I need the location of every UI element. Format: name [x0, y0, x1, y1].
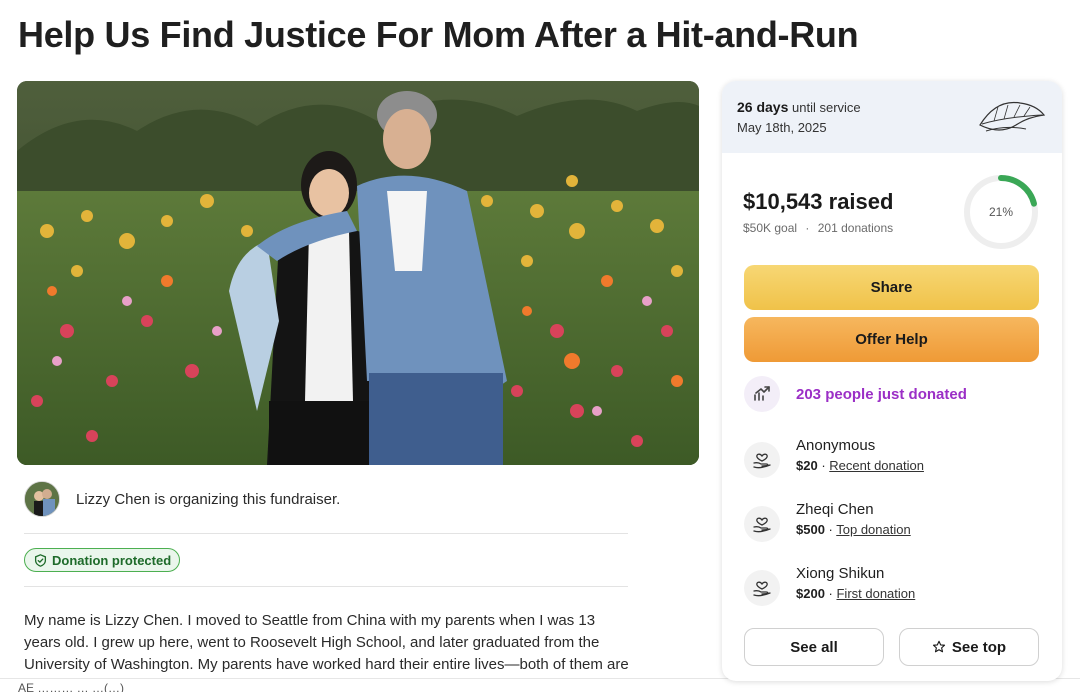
donor-amount: $20 — [796, 458, 818, 473]
organizer-text: Lizzy Chen is organizing this fundraiser… — [76, 490, 341, 508]
separator: · — [824, 522, 837, 537]
story-text: My name is Lizzy Chen. I moved to Seattl… — [24, 612, 629, 673]
separator: · — [817, 458, 830, 473]
donor-name: Anonymous — [796, 437, 876, 454]
page-title: Help Us Find Justice For Mom After a Hit… — [18, 14, 859, 55]
goal-summary: $50K goal · 201 donations — [743, 221, 893, 235]
star-icon — [932, 640, 945, 653]
see-top-label: See top — [951, 638, 1007, 656]
badge-label: Donation protected — [52, 552, 172, 568]
separator: · — [824, 586, 837, 601]
trend-text: 203 people just donated — [796, 385, 967, 403]
shield-check-icon — [34, 553, 47, 567]
donation-count: 201 donations — [817, 221, 894, 235]
donor-item: Xiong Shikun $200 · First donation — [744, 564, 915, 606]
progress-percent: 21% — [988, 205, 1014, 219]
goal-amount: $50K goal — [743, 221, 798, 235]
avatar[interactable] — [24, 481, 60, 517]
service-date: May 18th, 2025 — [737, 120, 827, 135]
avatar-photo — [25, 482, 59, 516]
donation-card: 26 days until service May 18th, 2025 $10… — [722, 81, 1062, 681]
offer-help-button[interactable]: Offer Help — [744, 317, 1039, 362]
see-top-button[interactable]: See top — [899, 628, 1039, 666]
days-count: 26 days — [737, 99, 789, 115]
heart-hand-icon — [744, 442, 780, 478]
donor-item: Zheqi Chen $500 · Top donation — [744, 500, 911, 542]
share-button[interactable]: Share — [744, 265, 1039, 310]
donor-item: Anonymous $20 · Recent donation — [744, 436, 924, 478]
donor-amount: $500 — [796, 522, 825, 537]
trending-up-icon — [744, 376, 780, 412]
donor-tag-link[interactable]: Top donation — [836, 522, 910, 537]
separator: · — [805, 221, 810, 235]
divider — [24, 533, 628, 534]
bottom-bar-text: AE ……… … …(…) — [18, 681, 125, 692]
service-header: 26 days until service May 18th, 2025 — [722, 81, 1062, 153]
donor-name: Zheqi Chen — [796, 501, 874, 518]
recent-donations-trend: 203 people just donated — [744, 376, 967, 412]
campaign-photo[interactable] — [17, 81, 699, 465]
amount-raised: $10,543 raised — [743, 189, 894, 214]
leaf-icon — [979, 101, 1046, 132]
donor-name: Xiong Shikun — [796, 565, 885, 582]
divider — [24, 586, 628, 587]
heart-hand-icon — [744, 570, 780, 606]
see-all-label: See all — [790, 638, 838, 656]
donor-tag-link[interactable]: First donation — [836, 586, 915, 601]
donation-protected-badge[interactable]: Donation protected — [24, 548, 181, 572]
days-until-service: 26 days until service — [737, 99, 861, 115]
heart-hand-icon — [744, 506, 780, 542]
days-suffix: until service — [792, 100, 861, 115]
organizer-row[interactable]: Lizzy Chen is organizing this fundraiser… — [24, 481, 340, 517]
see-all-button[interactable]: See all — [744, 628, 884, 666]
donor-amount: $200 — [796, 586, 825, 601]
donor-tag-link[interactable]: Recent donation — [829, 458, 924, 473]
campaign-photo-graphic — [17, 81, 699, 465]
